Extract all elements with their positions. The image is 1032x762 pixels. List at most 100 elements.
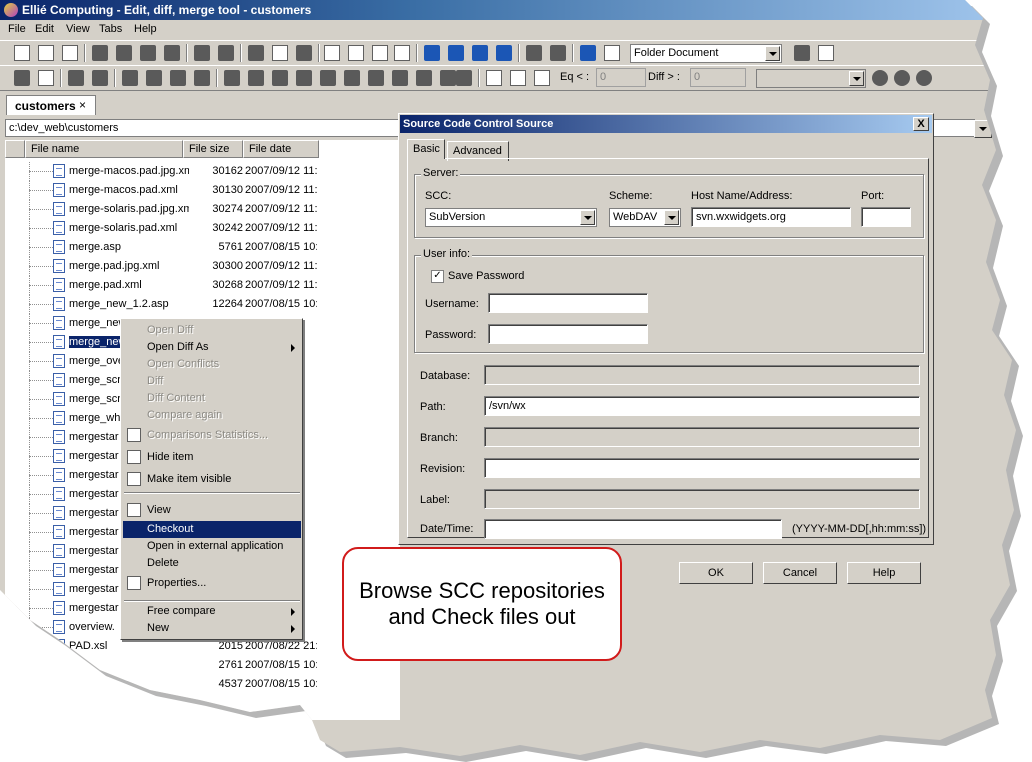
table-row[interactable]: merge-macos.pad.xml 30130 2007/09/12 11: (5, 181, 400, 200)
comment-icon[interactable] (440, 70, 456, 86)
find-next-icon[interactable] (348, 45, 364, 61)
eq-spinner[interactable]: 0 (596, 68, 646, 87)
monitor-icon[interactable] (818, 45, 834, 61)
delete-left-icon[interactable] (320, 70, 336, 86)
diff-spinner[interactable]: 0 (690, 68, 746, 87)
password-input[interactable] (488, 324, 648, 344)
copy-document-icon[interactable] (38, 45, 54, 61)
menu-tabs[interactable]: Tabs (99, 23, 122, 35)
panel-left-icon[interactable] (526, 45, 542, 61)
close-icon[interactable]: × (79, 98, 86, 112)
replace-icon[interactable] (394, 45, 410, 61)
menu-edit[interactable]: Edit (35, 23, 54, 35)
refresh-icon[interactable] (164, 45, 180, 61)
menu-view[interactable]: View (66, 23, 90, 35)
copy-left-icon[interactable] (224, 70, 240, 86)
menu-item-properties[interactable]: Properties... (123, 575, 301, 592)
copy-icon[interactable] (272, 45, 288, 61)
save-icon[interactable] (92, 45, 108, 61)
filter-right-icon[interactable] (92, 70, 108, 86)
filter-select[interactable] (756, 69, 866, 88)
table-row[interactable]: merge-solaris.pad.jpg.xml 30274 2007/09/12… (5, 200, 400, 219)
branch-input[interactable] (484, 427, 920, 447)
sync-both-icon[interactable] (534, 70, 550, 86)
sync-left-icon[interactable] (486, 70, 502, 86)
options-icon[interactable] (794, 45, 810, 61)
column-header-name[interactable]: File name (25, 140, 183, 158)
last-diff-icon[interactable] (496, 45, 512, 61)
menu-item-hide-item[interactable]: Hide item (123, 449, 301, 466)
encoding-icon[interactable] (580, 45, 596, 61)
prev-diff-icon[interactable] (448, 45, 464, 61)
database-input[interactable] (484, 365, 920, 385)
chevron-down-icon[interactable] (765, 46, 780, 61)
delete-right-icon[interactable] (344, 70, 360, 86)
host-input[interactable]: svn.wxwidgets.org (691, 207, 851, 227)
undo-icon[interactable] (194, 45, 210, 61)
merge-icon[interactable] (140, 45, 156, 61)
ok-button[interactable]: OK (679, 562, 753, 584)
table-row[interactable]: merge-solaris.pad.xml 30242 2007/09/12 11: (5, 219, 400, 238)
show-different-icon[interactable] (146, 70, 162, 86)
chevron-down-icon[interactable] (664, 210, 679, 225)
menu-item-make-item-visible[interactable]: Make item visible (123, 471, 301, 488)
datetime-input[interactable] (484, 519, 782, 539)
filter-left-icon[interactable] (68, 70, 84, 86)
edit-icon[interactable] (604, 45, 620, 61)
scheme-select[interactable]: WebDAV (609, 208, 681, 227)
document-type-select[interactable]: Folder Document (630, 44, 782, 63)
port-input[interactable] (861, 207, 911, 227)
save-password-checkbox[interactable]: ✓ (431, 270, 444, 283)
show-right-only-icon[interactable] (194, 70, 210, 86)
expand-icon[interactable] (456, 70, 472, 86)
menu-item-open-diff-as[interactable]: Open Diff As (123, 339, 301, 356)
column-header-size[interactable]: File size (183, 140, 243, 158)
revision-input[interactable] (484, 458, 920, 478)
copy-right-icon[interactable] (248, 70, 264, 86)
show-left-only-icon[interactable] (170, 70, 186, 86)
menu-item-new[interactable]: New (123, 620, 301, 637)
cut-icon[interactable] (248, 45, 264, 61)
sync-right-icon[interactable] (510, 70, 526, 86)
rename-icon[interactable] (368, 70, 384, 86)
table-row[interactable]: merge.asp 5761 2007/08/15 10: (5, 238, 400, 257)
menu-file[interactable]: File (8, 23, 26, 35)
tab-customers[interactable]: customers × (6, 95, 96, 115)
username-input[interactable] (488, 293, 648, 313)
new-document-icon[interactable] (14, 45, 30, 61)
menu-item-open-in-external-application[interactable]: Open in external application (123, 538, 301, 555)
stop-icon[interactable] (392, 70, 408, 86)
menu-item-delete[interactable]: Delete (123, 555, 301, 572)
move-left-icon[interactable] (272, 70, 288, 86)
paste-icon[interactable] (296, 45, 312, 61)
show-all-icon[interactable] (14, 70, 30, 86)
cancel-button[interactable]: Cancel (763, 562, 837, 584)
show-equal-icon[interactable] (122, 70, 138, 86)
save-all-icon[interactable] (116, 45, 132, 61)
scc-select[interactable]: SubVersion (425, 208, 597, 227)
menu-item-checkout[interactable]: Checkout (123, 521, 301, 538)
chevron-down-icon[interactable] (849, 71, 864, 86)
redo-icon[interactable] (218, 45, 234, 61)
move-right-icon[interactable] (296, 70, 312, 86)
touch-icon[interactable] (416, 70, 432, 86)
table-row[interactable]: merge.pad.xml 30268 2007/09/12 11: (5, 276, 400, 295)
table-row[interactable]: merge_new_1.2.asp 12264 2007/08/15 10: (5, 295, 400, 314)
help-button[interactable]: Help (847, 562, 921, 584)
open-selection-icon[interactable] (38, 70, 54, 86)
find-icon[interactable] (324, 45, 340, 61)
tab-basic[interactable]: Basic (407, 139, 445, 159)
close-icon[interactable]: X (913, 117, 929, 131)
table-row[interactable]: merge-macos.pad.jpg.xml 30162 2007/09/12 1… (5, 162, 400, 181)
column-header-date[interactable]: File date (243, 140, 319, 158)
next-diff-icon[interactable] (472, 45, 488, 61)
chevron-down-icon[interactable] (580, 210, 595, 225)
menu-item-view[interactable]: View (123, 502, 301, 519)
first-diff-icon[interactable] (424, 45, 440, 61)
path-field[interactable]: /svn/wx (484, 396, 920, 416)
table-row[interactable]: merge.pad.jpg.xml 30300 2007/09/12 11: (5, 257, 400, 276)
menu-item-free-compare[interactable]: Free compare (123, 603, 301, 620)
zoom-in-icon[interactable] (872, 70, 888, 86)
open-folder-icon[interactable] (62, 45, 78, 61)
zoom-out-icon[interactable] (894, 70, 910, 86)
